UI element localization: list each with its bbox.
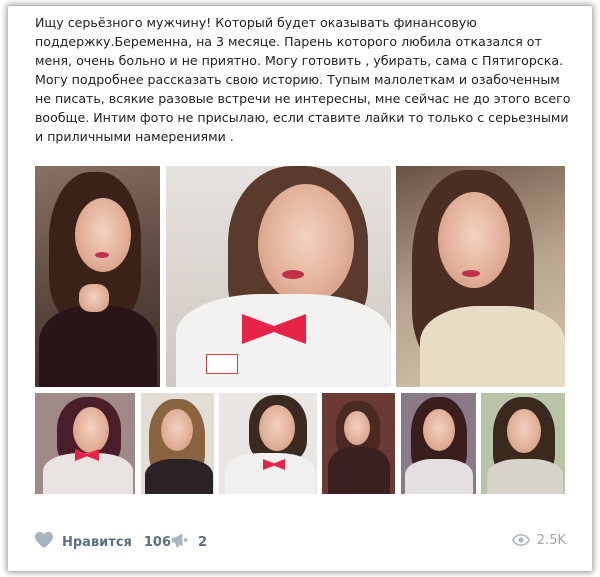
photo-5[interactable] <box>141 393 214 494</box>
photo-1[interactable] <box>35 166 160 387</box>
megaphone-icon <box>170 531 190 553</box>
post-text: Ищу серьёзного мужчину! Который будет ок… <box>35 15 571 144</box>
views-count: 2.5K <box>536 533 566 548</box>
heart-icon <box>34 531 54 553</box>
eye-icon <box>511 531 530 550</box>
post-footer: Нравится 106 2 2.5K <box>8 527 592 561</box>
photo-7[interactable] <box>322 393 395 494</box>
photo-4[interactable] <box>35 393 135 494</box>
share-button[interactable]: 2 <box>170 531 207 553</box>
views-counter: 2.5K <box>511 531 566 550</box>
share-count: 2 <box>198 534 208 550</box>
photo-3[interactable] <box>396 166 565 387</box>
photo-8[interactable] <box>401 393 476 494</box>
photo-6[interactable] <box>219 393 317 494</box>
like-count: 106 <box>143 534 172 550</box>
like-button[interactable]: Нравится 106 <box>34 531 171 553</box>
photo-2[interactable] <box>166 166 391 387</box>
post-card: Ищу серьёзного мужчину! Который будет ок… <box>8 6 592 571</box>
photo-9[interactable] <box>481 393 565 494</box>
like-label: Нравится <box>62 534 132 550</box>
